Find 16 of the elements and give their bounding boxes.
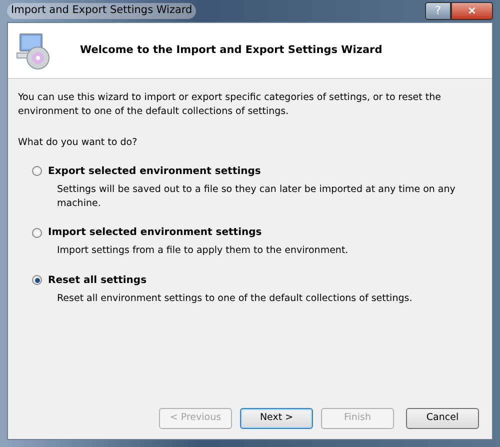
computer-disc-icon — [16, 32, 50, 70]
question-text: What do you want to do? — [18, 136, 138, 150]
intro-paragraph: You can use this wizard to import or export specific categories of settings, or to reset the environment to one of the default collections of settings. — [18, 91, 442, 120]
window-title: Import and Export Settings Wizard — [7, 3, 196, 19]
radio-button[interactable] — [32, 275, 42, 285]
radio-button[interactable] — [32, 228, 42, 238]
wizard-button[interactable]: Next > — [240, 408, 313, 429]
option-label[interactable]: Export selected environment settings — [48, 164, 261, 179]
option-description: Settings will be saved out to a file so they can later be imported at any time on any machine. — [57, 182, 456, 211]
wizard-heading: Welcome to the Import and Export Settings Wizard — [80, 42, 382, 58]
option-description: Import settings from a file to apply them to the environment. — [57, 244, 350, 258]
option-label[interactable]: Reset all settings — [48, 272, 147, 288]
radio-button[interactable] — [32, 166, 42, 176]
wizard-button[interactable]: Cancel — [406, 408, 479, 429]
option-label[interactable]: Import selected environment settings — [48, 225, 262, 240]
option-description: Reset all environment settings to one of the default collections of settings. — [57, 292, 414, 306]
